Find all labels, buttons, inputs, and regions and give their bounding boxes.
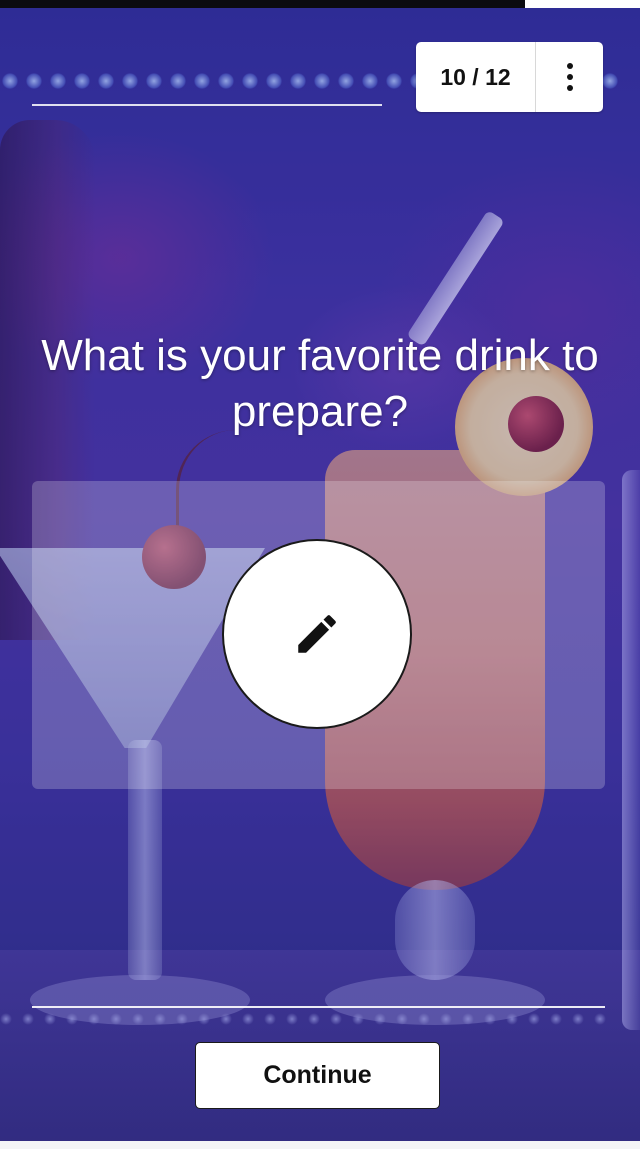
question-counter: 10 / 12 bbox=[416, 42, 603, 112]
progress-bar bbox=[32, 104, 382, 106]
bottom-edge bbox=[0, 1141, 640, 1149]
edit-answer-button[interactable] bbox=[222, 539, 412, 729]
more-menu-button[interactable] bbox=[536, 42, 603, 112]
question-title: What is your favorite drink to prepare? bbox=[41, 331, 599, 436]
pencil-icon bbox=[298, 615, 336, 653]
more-vertical-icon bbox=[566, 63, 573, 69]
continue-button[interactable]: Continue bbox=[195, 1042, 440, 1109]
survey-screen: 10 / 12 What is your favorite drink to p… bbox=[0, 0, 640, 1149]
counter-label: 10 / 12 bbox=[416, 42, 536, 112]
top-strip bbox=[0, 0, 525, 8]
footer-divider bbox=[32, 1006, 605, 1008]
